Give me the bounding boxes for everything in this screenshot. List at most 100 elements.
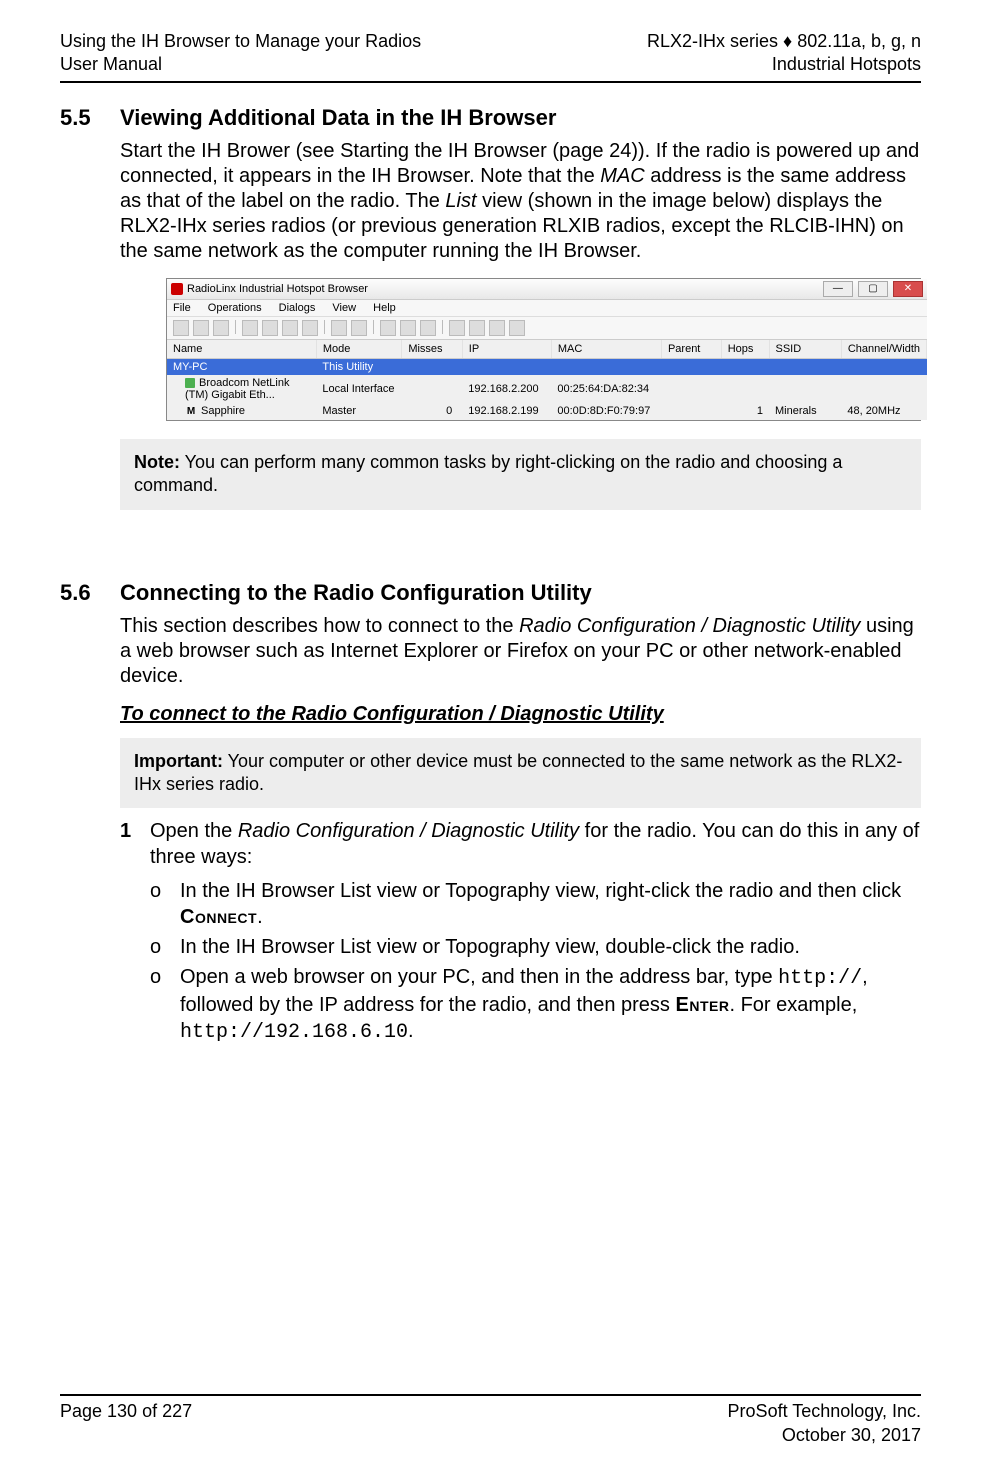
- important-text: Your computer or other device must be co…: [134, 751, 902, 794]
- menu-bar: File Operations Dialogs View Help: [167, 300, 927, 317]
- page-header: Using the IH Browser to Manage your Radi…: [60, 30, 921, 83]
- toolbar-icon[interactable]: [193, 320, 209, 336]
- cell-name: Broadcom NetLink (TM) Gigabit Eth...: [167, 375, 316, 403]
- cell-mode: Master: [316, 403, 401, 420]
- col-ssid[interactable]: SSID: [769, 340, 841, 359]
- col-name[interactable]: Name: [167, 340, 316, 359]
- col-mode[interactable]: Mode: [316, 340, 401, 359]
- cell-misses: 0: [402, 403, 462, 420]
- header-left-line1: Using the IH Browser to Manage your Radi…: [60, 30, 421, 53]
- col-parent[interactable]: Parent: [661, 340, 721, 359]
- minimize-button[interactable]: —: [823, 281, 853, 297]
- sub-step-text: In the IH Browser List view or Topograph…: [180, 934, 800, 960]
- toolbar-separator: [373, 320, 374, 334]
- section-5-5-number: 5.5: [60, 105, 120, 131]
- close-button[interactable]: ✕: [893, 281, 923, 297]
- table-row[interactable]: Broadcom NetLink (TM) Gigabit Eth... Loc…: [167, 375, 927, 403]
- sub-step-list: o In the IH Browser List view or Topogra…: [120, 878, 921, 1046]
- section-5-5-title: Viewing Additional Data in the IH Browse…: [120, 105, 556, 131]
- cell-name: MY-PC: [167, 358, 316, 375]
- toolbar-icon[interactable]: [262, 320, 278, 336]
- section-5-6-title: Connecting to the Radio Configuration Ut…: [120, 580, 592, 606]
- toolbar-icon[interactable]: [331, 320, 347, 336]
- table-row-selected[interactable]: MY-PC This Utility: [167, 358, 927, 375]
- section-5-6-number: 5.6: [60, 580, 120, 606]
- sub-step-marker: o: [150, 964, 180, 1046]
- col-channel-width[interactable]: Channel/Width: [841, 340, 926, 359]
- table-row[interactable]: MSapphire Master 0 192.168.2.199 00:0D:8…: [167, 403, 927, 420]
- col-mac[interactable]: MAC: [551, 340, 661, 359]
- menu-view[interactable]: View: [332, 302, 356, 314]
- cell-hops: 1: [721, 403, 769, 420]
- sub-step: o In the IH Browser List view or Topogra…: [150, 934, 921, 960]
- col-hops[interactable]: Hops: [721, 340, 769, 359]
- header-right-line2: Industrial Hotspots: [647, 53, 921, 76]
- section-5-6-paragraph: This section describes how to connect to…: [120, 614, 921, 689]
- toolbar-separator: [235, 320, 236, 334]
- menu-file[interactable]: File: [173, 302, 191, 314]
- cell-mode: Local Interface: [316, 375, 401, 403]
- radio-table: Name Mode Misses IP MAC Parent Hops SSID…: [167, 340, 927, 420]
- toolbar-icon[interactable]: [302, 320, 318, 336]
- header-right-line1: RLX2-IHx series ♦ 802.11a, b, g, n: [647, 30, 921, 53]
- toolbar-icon[interactable]: [351, 320, 367, 336]
- step-1-marker: 1: [120, 818, 150, 870]
- toolbar-icon[interactable]: [380, 320, 396, 336]
- cell-ip: 192.168.2.200: [462, 375, 551, 403]
- cell-name: MSapphire: [167, 403, 316, 420]
- cell-channel-width: 48, 20MHz: [841, 403, 926, 420]
- note-label: Note:: [134, 452, 180, 472]
- toolbar-icon[interactable]: [213, 320, 229, 336]
- cell-ip: 192.168.2.199: [462, 403, 551, 420]
- cell-mode: This Utility: [316, 358, 401, 375]
- step-list: 1 Open the Radio Configuration / Diagnos…: [120, 818, 921, 1046]
- toolbar-icon[interactable]: [242, 320, 258, 336]
- cell-mac: 00:0D:8D:F0:79:97: [551, 403, 661, 420]
- page-footer: Page 130 of 227 ProSoft Technology, Inc.…: [60, 1394, 921, 1447]
- sub-step-text: Open a web browser on your PC, and then …: [180, 964, 921, 1046]
- toolbar-icon[interactable]: [420, 320, 436, 336]
- menu-dialogs[interactable]: Dialogs: [279, 302, 316, 314]
- section-5-6-heading: 5.6 Connecting to the Radio Configuratio…: [60, 580, 921, 606]
- toolbar: [167, 317, 927, 340]
- app-icon: [171, 283, 183, 295]
- menu-operations[interactable]: Operations: [208, 302, 262, 314]
- toolbar-icon[interactable]: [449, 320, 465, 336]
- note-text: You can perform many common tasks by rig…: [134, 452, 842, 495]
- toolbar-icon[interactable]: [173, 320, 189, 336]
- maximize-button[interactable]: ▢: [858, 281, 888, 297]
- nic-icon: [185, 378, 195, 388]
- note-box: Note: You can perform many common tasks …: [120, 439, 921, 510]
- sub-step-marker: o: [150, 878, 180, 930]
- footer-right: ProSoft Technology, Inc. October 30, 201…: [728, 1400, 921, 1447]
- section-5-5-heading: 5.5 Viewing Additional Data in the IH Br…: [60, 105, 921, 131]
- radio-icon: M: [185, 406, 197, 418]
- procedure-title: To connect to the Radio Configuration / …: [120, 703, 921, 726]
- toolbar-icon[interactable]: [282, 320, 298, 336]
- footer-right-line2: October 30, 2017: [728, 1424, 921, 1447]
- window-title: RadioLinx Industrial Hotspot Browser: [187, 283, 368, 295]
- window-titlebar: RadioLinx Industrial Hotspot Browser — ▢…: [167, 279, 927, 300]
- sub-step: o In the IH Browser List view or Topogra…: [150, 878, 921, 930]
- toolbar-icon[interactable]: [489, 320, 505, 336]
- toolbar-icon[interactable]: [509, 320, 525, 336]
- menu-help[interactable]: Help: [373, 302, 396, 314]
- col-ip[interactable]: IP: [462, 340, 551, 359]
- cell-ssid: Minerals: [769, 403, 841, 420]
- cell-mac: 00:25:64:DA:82:34: [551, 375, 661, 403]
- header-left-line2: User Manual: [60, 53, 421, 76]
- toolbar-icon[interactable]: [469, 320, 485, 336]
- header-right: RLX2-IHx series ♦ 802.11a, b, g, n Indus…: [647, 30, 921, 77]
- toolbar-separator: [442, 320, 443, 334]
- footer-right-line1: ProSoft Technology, Inc.: [728, 1400, 921, 1423]
- header-left: Using the IH Browser to Manage your Radi…: [60, 30, 421, 77]
- col-misses[interactable]: Misses: [402, 340, 462, 359]
- toolbar-icon[interactable]: [400, 320, 416, 336]
- section-5-5-paragraph: Start the IH Brower (see Starting the IH…: [120, 139, 921, 264]
- step-1: 1 Open the Radio Configuration / Diagnos…: [120, 818, 921, 870]
- sub-step: o Open a web browser on your PC, and the…: [150, 964, 921, 1046]
- toolbar-separator: [324, 320, 325, 334]
- important-box: Important: Your computer or other device…: [120, 738, 921, 809]
- sub-step-marker: o: [150, 934, 180, 960]
- ih-browser-screenshot: RadioLinx Industrial Hotspot Browser — ▢…: [166, 278, 921, 421]
